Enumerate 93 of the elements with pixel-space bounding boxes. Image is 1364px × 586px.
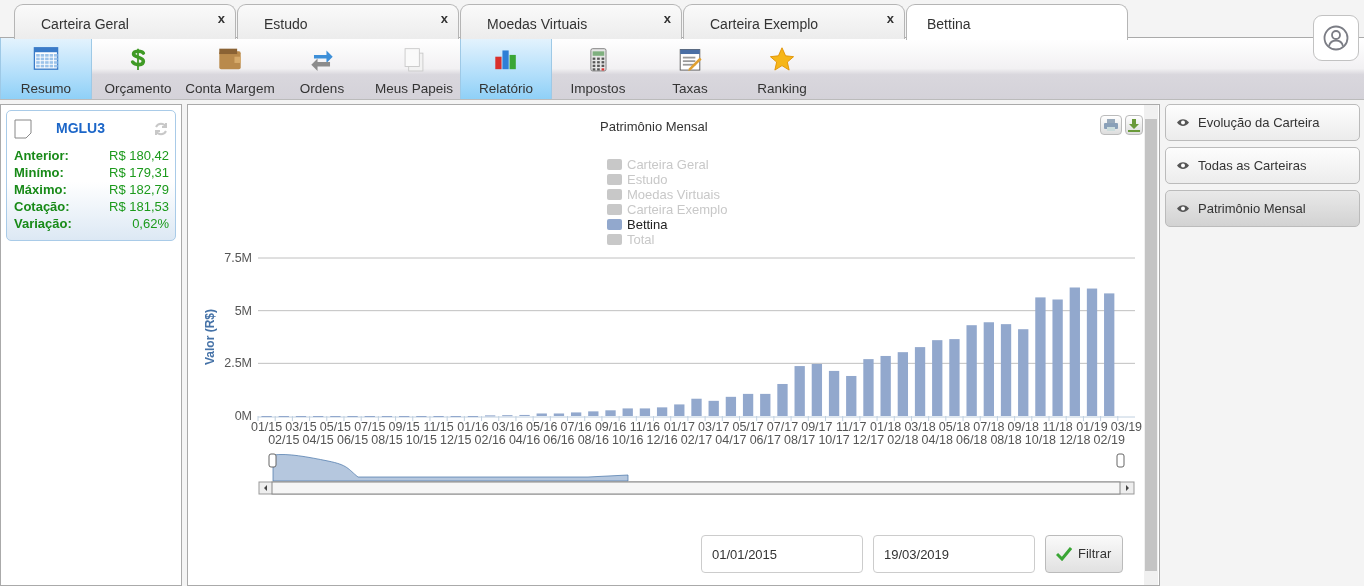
date-field[interactable]: 01/01/2015 xyxy=(701,535,863,573)
axis-tick-label: 01/16 xyxy=(457,420,489,434)
toolbar-button[interactable]: Ordens xyxy=(276,38,368,99)
axis-tick-label: 05/16 xyxy=(526,420,558,434)
axis-tick-label: 06/18 xyxy=(956,433,988,447)
axis-tick-label: 05/15 xyxy=(319,420,351,434)
axis-tick-label: 11/18 xyxy=(1042,420,1073,434)
axis-tick-label: 5M xyxy=(234,303,252,318)
axis-tick-label: 06/16 xyxy=(543,433,575,447)
axis-tick-label: 12/15 xyxy=(440,433,472,447)
toolbar-button[interactable]: Meus Papeis xyxy=(368,38,460,99)
axis-tick-label: 04/15 xyxy=(302,433,334,447)
axis-tick-label: 07/17 xyxy=(766,420,799,434)
toolbar-button[interactable]: Conta Margem xyxy=(184,38,276,99)
quote-value: R$ 180,42 xyxy=(109,147,169,164)
axis-tick-label: 03/18 xyxy=(904,420,936,434)
axis-tick-label: 2.5M xyxy=(224,356,252,371)
axis-tick-label: 11/16 xyxy=(629,420,661,434)
axis-tick-label: 03/17 xyxy=(698,420,730,434)
axis-tick-label: 07/16 xyxy=(560,420,592,434)
axis-tick-label: 11/17 xyxy=(836,420,867,434)
axis-tick-label: 10/15 xyxy=(405,433,437,447)
axis-tick-label: 11/15 xyxy=(423,420,454,434)
close-button[interactable]: x xyxy=(663,9,671,29)
close-button[interactable]: x xyxy=(217,9,225,29)
quote-value: R$ 179,31 xyxy=(109,164,169,181)
axis-tick-label: 05/18 xyxy=(938,420,971,434)
axis-tick-label: 01/15 xyxy=(250,420,283,434)
ticker-symbol: MGLU3 xyxy=(56,119,105,138)
axis-tick-label: 07/15 xyxy=(354,420,386,434)
axis-tick-label: 02/18 xyxy=(887,433,919,447)
toolbar-button[interactable]: Orçamento xyxy=(92,38,184,99)
axis-tick-label: 04/17 xyxy=(715,433,747,447)
toolbar-button[interactable]: Taxas xyxy=(644,38,736,99)
tab[interactable]: Carteira Geral x xyxy=(14,4,236,39)
toolbar-button[interactable]: Impostos xyxy=(552,38,644,99)
axis-tick-label: 01/19 xyxy=(1076,420,1108,434)
axis-tick-label: 09/18 xyxy=(1007,420,1039,434)
axis-tick-label: 01/17 xyxy=(663,420,695,434)
side-button[interactable]: Evolução da Carteira xyxy=(1165,104,1360,141)
close-button[interactable]: x xyxy=(440,9,448,29)
axis-tick-label: 02/17 xyxy=(680,433,713,447)
axis-tick-label: 0M xyxy=(234,409,252,423)
toolbar-button[interactable]: Resumo xyxy=(0,38,92,99)
close-button[interactable]: x xyxy=(886,9,894,29)
axis-tick-label: 04/16 xyxy=(508,433,541,447)
axis-tick-label: 10/16 xyxy=(612,433,644,447)
chart-title: Patrimônio Mensal xyxy=(600,119,708,134)
quote-label: Anterior: xyxy=(14,147,69,164)
filter-button[interactable]: Filtrar xyxy=(1045,535,1123,573)
axis-tick-label: 09/16 xyxy=(594,420,627,434)
axis-tick-label: 02/19 xyxy=(1093,433,1125,447)
axis-tick-label: 10/17 xyxy=(818,433,850,447)
axis-tick-label: 03/16 xyxy=(491,420,523,434)
axis-tick-label: 02/15 xyxy=(268,433,300,447)
axis-tick-label: 09/17 xyxy=(801,420,833,434)
quote-value: 0,62% xyxy=(132,215,169,232)
quote-label: Cotação: xyxy=(14,198,70,215)
side-button[interactable]: Patrimônio Mensal xyxy=(1165,190,1360,227)
side-button[interactable]: Todas as Carteiras xyxy=(1165,147,1360,184)
quote-label: Variação: xyxy=(14,215,72,232)
axis-tick-label: 12/16 xyxy=(646,433,678,447)
axis-tick-label: 08/17 xyxy=(784,433,816,447)
toolbar-button[interactable]: Relatório xyxy=(460,38,552,99)
axis-tick-label: 08/18 xyxy=(990,433,1022,447)
tab[interactable]: Bettina xyxy=(906,4,1128,40)
quote-label: Máximo: xyxy=(14,181,67,198)
axis-tick-label: 04/18 xyxy=(921,433,953,447)
tab[interactable]: Moedas Virtuais x xyxy=(460,4,682,39)
quote-value: R$ 182,79 xyxy=(109,181,169,198)
axis-tick-label: 09/15 xyxy=(388,420,420,434)
axis-tick-label: 03/15 xyxy=(285,420,317,434)
axis-tick-label: 06/15 xyxy=(336,433,369,447)
axis-tick-label: 01/18 xyxy=(870,420,902,434)
axis-tick-label: 05/17 xyxy=(732,420,764,434)
axis-tick-label: 10/18 xyxy=(1024,433,1057,447)
legend-item[interactable]: Bettina xyxy=(607,217,1159,232)
quote-label: Minímo: xyxy=(14,164,64,181)
tab[interactable]: Carteira Exemplo x xyxy=(683,4,905,39)
toolbar-button[interactable]: Ranking xyxy=(736,38,828,99)
axis-tick-label: 7.5M xyxy=(224,251,252,265)
axis-tick-label: 02/16 xyxy=(474,433,506,447)
axis-tick-label: 12/17 xyxy=(852,433,885,447)
axis-tick-label: 03/19 xyxy=(1110,420,1143,434)
axis-tick-label: 08/16 xyxy=(577,433,609,447)
axis-tick-label: 06/17 xyxy=(749,433,781,447)
axis-tick-label: 12/18 xyxy=(1059,433,1091,447)
axis-tick-label: 08/15 xyxy=(371,433,403,447)
axis-tick-label: 07/18 xyxy=(973,420,1005,434)
date-field[interactable]: 19/03/2019 xyxy=(873,535,1035,573)
tab[interactable]: Estudo x xyxy=(237,4,459,39)
axis-title: Valor (R$) xyxy=(203,309,217,365)
quote-value: R$ 181,53 xyxy=(109,198,169,215)
